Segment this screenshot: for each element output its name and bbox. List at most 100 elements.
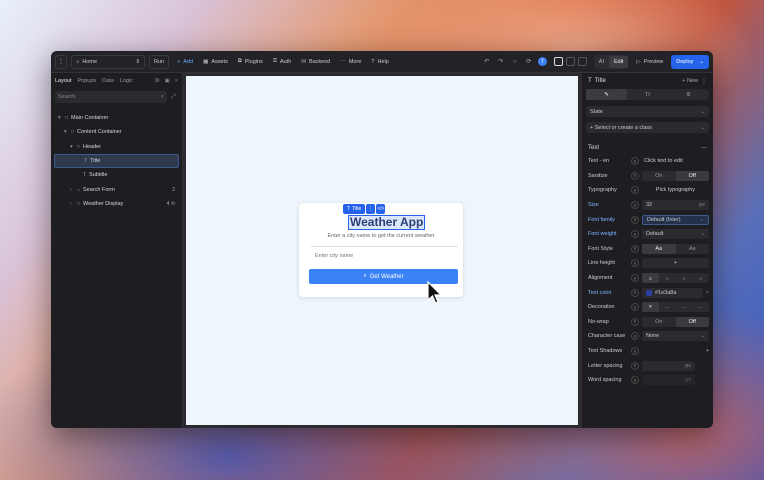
align-justify-icon[interactable]: ≡ [692,273,709,283]
chevron-icon[interactable]: ▾ [70,144,74,150]
desktop-icon[interactable] [553,57,563,66]
state-dropdown[interactable]: State ⌄ [586,106,709,117]
font-weight-select[interactable]: Default ⌄ [642,229,709,240]
add-shadow-button[interactable]: + [706,348,709,354]
link-icon[interactable]: ⚲ [631,186,639,195]
redo-icon[interactable]: ↷ [496,57,506,67]
text-en-field[interactable]: Click text to edit [642,156,709,166]
align-right-icon[interactable]: ≡ [676,273,693,283]
tablet-icon[interactable] [565,57,575,66]
tt-icon[interactable]: Tt [627,89,668,100]
no-wrap-on[interactable]: On [642,317,676,327]
link-icon[interactable]: ⚲ [631,157,639,166]
new-button[interactable]: + New [682,78,698,84]
link-icon[interactable]: ⚲ [631,274,639,283]
size-input[interactable]: 32 px [642,200,709,211]
link-icon[interactable]: ⚲ [631,201,639,210]
align-center-icon[interactable]: ≡ [659,273,676,283]
settings-icon[interactable]: ⚙ [155,78,160,84]
page-title[interactable]: Weather App [348,215,426,230]
run-button[interactable]: Run [149,54,170,69]
layer-item[interactable]: › □ Weather Display 4 ⟲ [54,197,179,211]
line-height-input[interactable]: + [642,258,709,269]
nav-more-button[interactable]: ⋯ More [336,55,365,69]
mode-ai[interactable]: AI [594,56,609,68]
tab-data[interactable]: Data [102,78,114,84]
link-icon[interactable]: ⚲ [631,244,639,253]
preview-button[interactable]: ▷ Preview [632,55,667,69]
nav-plugins-button[interactable]: ⧉ Plugins [234,55,267,69]
clear-icon[interactable]: × [706,290,709,296]
selection-label[interactable]: T Title [343,204,366,214]
undo-icon[interactable]: ↶ [482,57,492,67]
sanitize-on[interactable]: On [642,171,676,181]
text-section-header[interactable]: Text — [582,142,713,154]
deploy-button[interactable]: Deploy ⌄ [671,54,709,69]
expand-icon[interactable]: ▣ [165,78,170,84]
nav-auth-button[interactable]: ⚿ Auth [269,55,296,69]
overline-icon[interactable]: — [692,302,709,312]
page-selector[interactable]: ⌂ Home ⇕ [71,54,145,69]
font-style-italic[interactable]: Aa [676,244,710,254]
tab-logic[interactable]: Logic [120,78,133,84]
more-options-icon[interactable]: ⋮ [366,204,376,214]
align-left-icon[interactable]: ≡ [642,273,659,284]
layer-item[interactable]: T Title [54,153,179,169]
link-icon[interactable]: ⚲ [631,332,639,341]
city-input[interactable]: Enter city name [311,250,458,262]
chevron-icon[interactable]: › [70,187,74,193]
tab-popups[interactable]: Popups [78,78,97,84]
color-swatch[interactable] [646,289,652,296]
layer-item[interactable]: › ⌂ Search Form 2 [54,182,179,196]
tab-layout[interactable]: Layout [55,78,72,84]
link-icon[interactable]: ⚲ [631,230,639,239]
font-style-normal[interactable]: Aa [642,243,676,254]
underline-icon[interactable]: — [659,302,676,312]
chevron-icon[interactable]: ▾ [58,115,62,121]
chevron-down-icon[interactable]: ⌄ [699,59,704,65]
layer-item[interactable]: ▾ □ Main Container [54,111,179,125]
share-icon[interactable]: ⟳ [524,57,534,67]
link-icon[interactable]: ⚲ [631,376,639,385]
link-icon[interactable]: ⚲ [631,317,639,326]
font-family-select[interactable]: Default (Inter) ⌄ [642,214,709,225]
strikethrough-icon[interactable]: — [676,302,693,312]
menu-icon[interactable]: ⋮ [55,54,67,69]
page-preview[interactable]: T Title ⋮ </> Weather App Enter a city n… [186,76,578,425]
mode-edit[interactable]: Edit [608,55,629,68]
avatar[interactable]: T [537,57,547,66]
link-icon[interactable]: ⚲ [631,361,639,370]
close-icon[interactable]: × [175,78,178,84]
sanitize-off[interactable]: Off [675,170,709,181]
class-dropdown[interactable]: + Select or create a class ⌄ [586,122,709,133]
typography-picker[interactable]: Pick typography [642,185,709,195]
nav-help-button[interactable]: ? Help [367,55,392,69]
chevron-icon[interactable]: ▾ [64,129,68,135]
layer-item[interactable]: T Subtitle [54,168,179,182]
page-subtitle[interactable]: Enter a city name to get the current wea… [299,233,463,239]
decoration-none-icon[interactable]: ✕ [642,302,659,313]
nav-assets-button[interactable]: ▦ Assets [199,55,232,69]
nav-backend-button[interactable]: ⛁ Backend [297,55,334,69]
link-icon[interactable]: ⚲ [631,215,639,224]
chevron-icon[interactable]: › [70,201,74,207]
mobile-icon[interactable] [577,57,587,66]
gear-icon[interactable]: ⚙ [668,89,709,100]
text-color-input[interactable]: #1e3a8a [642,287,703,298]
collapse-icon[interactable]: ⤢ [171,94,176,101]
design-canvas[interactable]: T Title ⋮ </> Weather App Enter a city n… [183,73,581,428]
collapse-icon[interactable]: — [701,145,707,151]
more-options-icon[interactable]: ⋮ [701,78,707,85]
comment-icon[interactable]: ○ [510,57,520,67]
link-icon[interactable]: ⚲ [631,303,639,312]
letter-spacing-input[interactable]: px [642,360,695,371]
layer-item[interactable]: ▾ □ Content Container [54,125,179,139]
link-icon[interactable]: ⚲ [631,171,639,180]
no-wrap-off[interactable]: Off [675,316,709,327]
layer-item[interactable]: ▾ □ Header [54,140,179,154]
nav-add-button[interactable]: + Add [173,55,197,69]
link-icon[interactable]: ⚲ [631,288,639,297]
search-input[interactable]: Search ⌕ [55,91,167,103]
brush-icon[interactable]: ✎ [586,89,627,100]
word-spacing-input[interactable]: px [642,375,695,386]
